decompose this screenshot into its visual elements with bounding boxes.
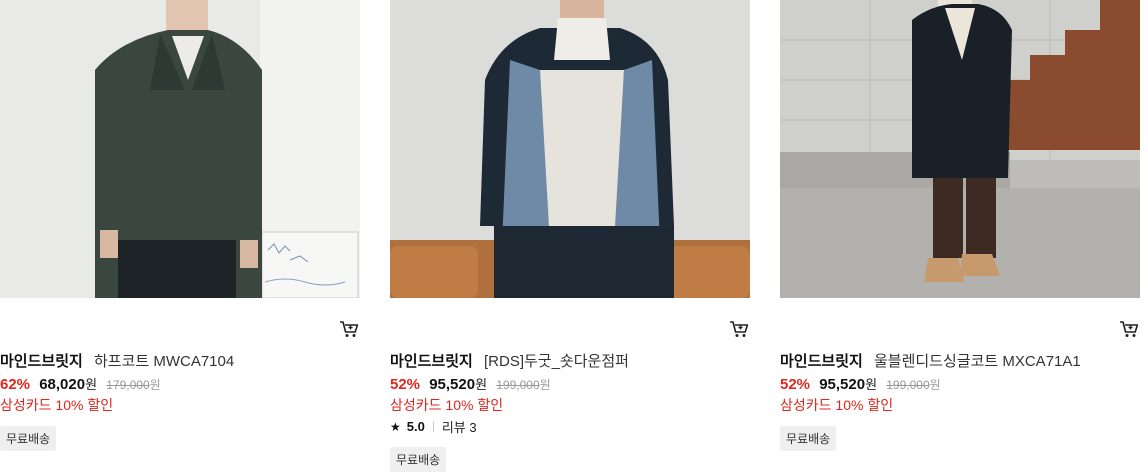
brand-name[interactable]: 마인드브릿지 (0, 353, 83, 370)
product-image[interactable] (390, 0, 750, 298)
product-title[interactable]: 마인드브릿지 하프코트 MWCA7104 (0, 350, 234, 371)
currency-unit: 원 (865, 377, 878, 392)
product-card[interactable]: 마인드브릿지 하프코트 MWCA7104 62% 68,020원 179,000… (0, 0, 362, 457)
product-image[interactable] (780, 0, 1140, 298)
product-card[interactable]: 마인드브릿지 [RDS]두굿_숏다운점퍼 52% 95,520원 199,000… (390, 0, 752, 472)
original-currency-unit: 원 (929, 378, 941, 392)
cart-icon[interactable] (1118, 318, 1140, 340)
cart-icon[interactable] (728, 318, 750, 340)
original-currency-unit: 원 (539, 378, 551, 392)
discount-rate: 52% (780, 376, 811, 393)
discount-rate: 62% (0, 376, 31, 393)
brand-name[interactable]: 마인드브릿지 (780, 353, 863, 370)
currency-unit: 원 (475, 377, 488, 392)
product-title[interactable]: 마인드브릿지 [RDS]두굿_숏다운점퍼 (390, 350, 629, 371)
free-shipping-badge: 무료배송 (0, 426, 57, 451)
original-currency-unit: 원 (149, 378, 161, 392)
review-count[interactable]: 리뷰 3 (442, 417, 477, 436)
original-price: 199,000 (886, 378, 930, 392)
star-icon: ★ (390, 419, 401, 434)
sale-price: 95,520 (429, 376, 476, 393)
brand-name[interactable]: 마인드브릿지 (390, 353, 473, 370)
currency-unit: 원 (85, 377, 98, 392)
sale-price: 68,020 (39, 376, 86, 393)
sale-price: 95,520 (819, 376, 866, 393)
rating-line[interactable]: ★ 5.0 리뷰 3 (390, 417, 477, 436)
original-price: 199,000 (496, 378, 540, 392)
discount-rate: 52% (390, 376, 421, 393)
card-promotion: 삼성카드 10% 할인 (780, 397, 894, 413)
divider (432, 421, 434, 432)
card-promotion: 삼성카드 10% 할인 (390, 397, 504, 413)
rating-score: 5.0 (406, 419, 425, 434)
card-promotion: 삼성카드 10% 할인 (0, 397, 114, 413)
price-line: 62% 68,020원 179,000원 (0, 374, 161, 393)
free-shipping-badge: 무료배송 (390, 447, 447, 472)
product-card[interactable]: 마인드브릿지 울블렌디드싱글코트 MXCA71A1 52% 95,520원 19… (780, 0, 1142, 457)
product-name[interactable]: 하프코트 MWCA7104 (94, 353, 234, 370)
price-line: 52% 95,520원 199,000원 (390, 374, 551, 393)
product-name[interactable]: [RDS]두굿_숏다운점퍼 (484, 353, 629, 370)
cart-icon[interactable] (338, 318, 360, 340)
product-name[interactable]: 울블렌디드싱글코트 MXCA71A1 (874, 353, 1081, 370)
product-title[interactable]: 마인드브릿지 울블렌디드싱글코트 MXCA71A1 (780, 350, 1081, 371)
product-image[interactable] (0, 0, 360, 298)
original-price: 179,000 (106, 378, 150, 392)
free-shipping-badge: 무료배송 (780, 426, 837, 451)
price-line: 52% 95,520원 199,000원 (780, 374, 941, 393)
